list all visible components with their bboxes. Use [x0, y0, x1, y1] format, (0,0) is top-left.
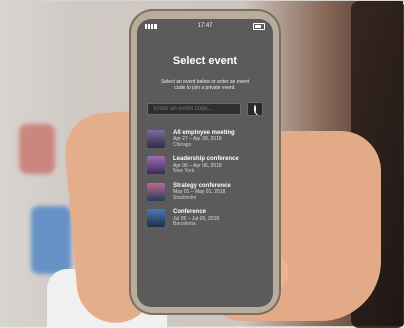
event-thumbnail — [147, 156, 165, 175]
event-location: Stockholm — [173, 194, 197, 201]
background-red-shape — [19, 124, 55, 174]
status-time: 17:47 — [197, 23, 213, 29]
list-item[interactable]: Strategy conference May 01 – May 01, 201… — [137, 179, 273, 206]
signal-icon — [145, 23, 157, 29]
event-code-search-row — [147, 101, 263, 116]
search-button[interactable] — [247, 101, 263, 116]
subtitle-line-2: code to join a private event. — [174, 85, 236, 92]
screen-title: Select event — [172, 55, 238, 67]
event-code-input[interactable] — [147, 102, 241, 115]
smartphone: 17:47 Select event Select an event below… — [129, 9, 281, 315]
photo-background: 17:47 Select event Select an event below… — [0, 0, 404, 328]
screen-subtitle: Select an event below or enter an event … — [145, 79, 265, 92]
event-thumbnail — [147, 209, 165, 228]
event-meta: All employee meeting Apr 27 – Apr 28, 20… — [173, 130, 235, 149]
status-bar: 17:47 — [137, 19, 273, 33]
event-thumbnail — [147, 129, 165, 148]
battery-icon — [252, 22, 265, 30]
event-meta: Strategy conference May 01 – May 01, 201… — [173, 183, 231, 202]
event-name: Strategy conference — [173, 182, 231, 189]
event-location: Chicago — [173, 141, 192, 148]
list-item[interactable]: Conference Jul 05 – Jul 05, 2018 Barcelo… — [137, 205, 273, 232]
event-location: Barcelona — [173, 221, 196, 228]
event-list: All employee meeting Apr 27 – Apr 28, 20… — [137, 126, 273, 232]
event-name: All employee meeting — [173, 129, 235, 136]
list-item[interactable]: All employee meeting Apr 27 – Apr 28, 20… — [137, 126, 273, 153]
event-thumbnail — [147, 182, 165, 201]
event-meta: Leadership conference Apr 06 – Apr 06, 2… — [173, 156, 239, 175]
event-location: New York — [173, 168, 195, 175]
background-blue-shape — [31, 206, 71, 274]
list-item[interactable]: Leadership conference Apr 06 – Apr 06, 2… — [137, 152, 273, 179]
status-right — [252, 22, 265, 30]
event-name: Leadership conference — [173, 156, 239, 163]
event-name: Conference — [173, 209, 207, 216]
phone-screen: 17:47 Select event Select an event below… — [137, 19, 273, 307]
search-icon — [254, 104, 256, 113]
event-meta: Conference Jul 05 – Jul 05, 2018 Barcelo… — [173, 209, 219, 228]
